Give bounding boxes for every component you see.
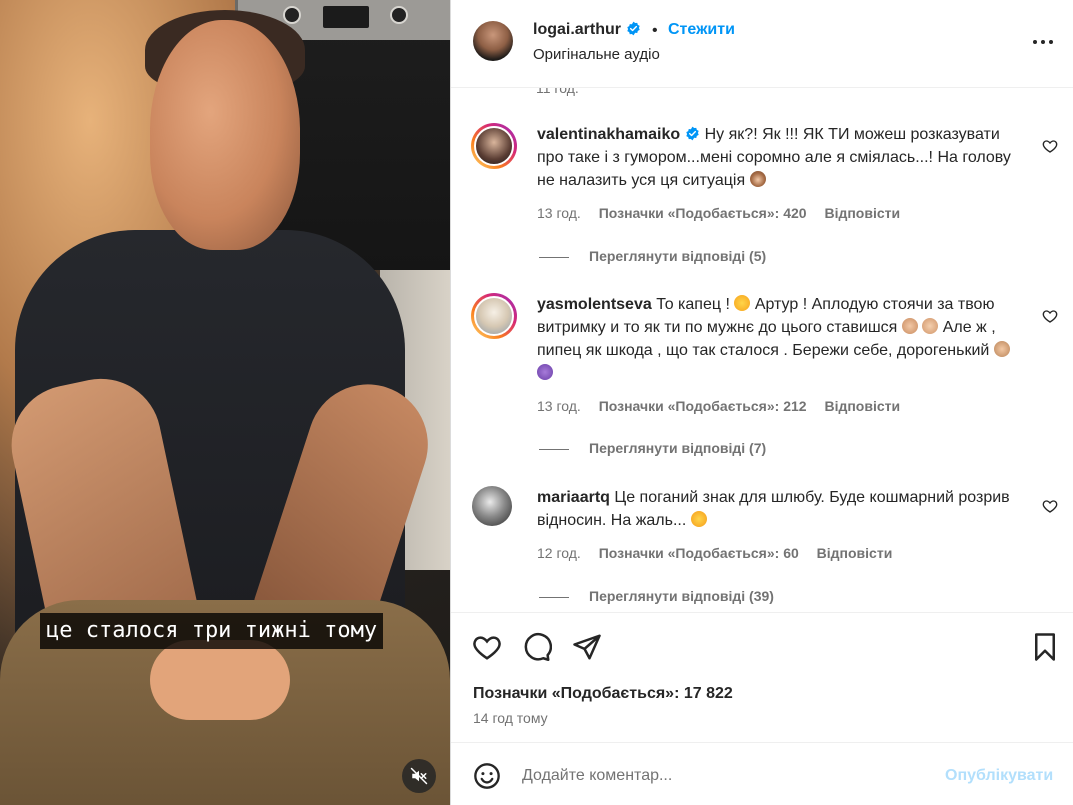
replies-divider [539, 256, 569, 258]
flexed-biceps-icon [922, 318, 939, 334]
comment-time: 13 год. [537, 398, 581, 414]
comment-likes[interactable]: Позначки «Подобається»: 212 [599, 398, 807, 414]
post-actions: Позначки «Подобається»: 17 822 14 год то… [451, 612, 1073, 742]
comment-time: 13 год. [537, 205, 581, 221]
comment-text: yasmolentseva То капец ! Артур ! Аплодую… [537, 293, 1017, 385]
comment-input[interactable] [522, 763, 922, 789]
folded-hands-icon [993, 341, 1010, 357]
commenter-avatar[interactable] [471, 123, 517, 169]
view-replies-label: Переглянути відповіді (39) [589, 588, 774, 604]
speaker-muted-icon [410, 767, 428, 785]
comment-likes[interactable]: Позначки «Подобається»: 420 [599, 205, 807, 221]
video-subtitle: це сталося три тижні тому [40, 613, 384, 649]
post-likes-count[interactable]: Позначки «Подобається»: 17 822 [473, 685, 733, 703]
reel-video[interactable]: це сталося три тижні тому [0, 0, 450, 805]
reply-button[interactable]: Відповісти [824, 205, 900, 221]
author-avatar[interactable] [473, 21, 513, 61]
comment-meta: 12 год. Позначки «Подобається»: 60 Відпо… [537, 545, 906, 561]
more-options-button[interactable] [1029, 30, 1057, 54]
clipped-comment-time: 11 год. [536, 88, 579, 96]
comment-likes[interactable]: Позначки «Подобається»: 60 [599, 545, 799, 561]
more-horizontal-icon [1033, 40, 1053, 44]
reply-button[interactable]: Відповісти [824, 398, 900, 414]
comments-list[interactable]: 11 год. valentinakhamaiko Ну як?! Як !!!… [451, 88, 1073, 612]
comment-text: valentinakhamaiko Ну як?! Як !!! ЯК ТИ м… [537, 123, 1017, 192]
view-replies-label: Переглянути відповіді (5) [589, 248, 767, 264]
author-username[interactable]: logai.arthur [533, 21, 621, 38]
comment-composer: Опублікувати [451, 742, 1073, 805]
heart-icon[interactable] [1042, 138, 1058, 154]
flushed-face-icon [690, 511, 707, 527]
heart-icon[interactable] [1042, 498, 1058, 514]
paper-plane-icon[interactable] [572, 632, 602, 662]
audio-link[interactable]: Оригінальне аудіо [533, 46, 660, 63]
follow-button[interactable]: Стежити [668, 21, 735, 39]
header-separator: • [652, 22, 658, 39]
comment-meta: 13 год. Позначки «Подобається»: 420 Відп… [537, 205, 914, 221]
publish-button[interactable]: Опублікувати [945, 767, 1053, 785]
heart-icon[interactable] [1042, 308, 1058, 324]
view-replies-button[interactable]: Переглянути відповіді (39) [539, 588, 774, 604]
clapping-hands-icon [901, 318, 918, 334]
comment-body-part-1: То капец ! [656, 296, 730, 313]
verified-badge-icon [627, 21, 640, 36]
view-replies-label: Переглянути відповіді (7) [589, 440, 767, 456]
heart-icon[interactable] [472, 632, 502, 662]
smiley-icon[interactable] [473, 762, 501, 790]
commenter-username[interactable]: yasmolentseva [537, 296, 652, 313]
post-panel: logai.arthur • Стежити Оригінальне аудіо… [450, 0, 1073, 805]
comment-icon[interactable] [522, 632, 552, 662]
post-timestamp: 14 год тому [473, 710, 548, 726]
face-screaming-icon [734, 295, 751, 311]
view-replies-button[interactable]: Переглянути відповіді (5) [539, 248, 766, 264]
view-replies-button[interactable]: Переглянути відповіді (7) [539, 440, 766, 456]
comment-text: mariaartq Це поганий знак для шлюбу. Буд… [537, 486, 1017, 532]
video-person-face [150, 20, 300, 250]
bookmark-icon[interactable] [1030, 632, 1060, 662]
verified-badge-icon [686, 126, 699, 141]
replies-divider [539, 596, 569, 598]
reply-button[interactable]: Відповісти [817, 545, 893, 561]
commenter-avatar[interactable] [471, 293, 517, 339]
commenter-username[interactable]: mariaartq [537, 489, 610, 506]
comment-meta: 13 год. Позначки «Подобається»: 212 Відп… [537, 398, 914, 414]
author-username-row: logai.arthur [533, 21, 641, 39]
comment-time: 12 год. [537, 545, 581, 561]
commenter-username[interactable]: valentinakhamaiko [537, 126, 680, 143]
commenter-avatar[interactable] [472, 486, 512, 526]
replies-divider [539, 448, 569, 450]
see-no-evil-monkey-icon [749, 171, 766, 187]
purple-heart-icon [537, 364, 553, 380]
post-header: logai.arthur • Стежити Оригінальне аудіо [451, 0, 1073, 88]
mute-button[interactable] [402, 759, 436, 793]
